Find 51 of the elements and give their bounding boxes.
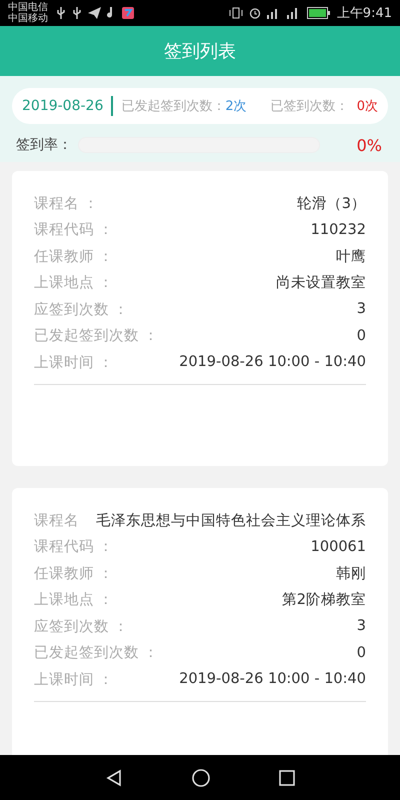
page-title: 签到列表 — [164, 40, 236, 63]
field-label: 上课时间 ： — [34, 670, 114, 689]
field-value: 3 — [356, 301, 366, 318]
field-label: 任课教师 ： — [34, 248, 114, 266]
course-card[interactable]: 课程名 ： 轮滑（3） 课程代码 ： 110232 任课教师 ： 叶鹰 上课地点 ： 尚未设置教室 应签到次数 ： 3 已发起签到次数 ： 0 上课时间 ： 2019-08-26 10:00 - 10:40 — [12, 171, 388, 466]
back-icon[interactable] — [104, 768, 123, 786]
field-value: 110232 — [310, 222, 366, 238]
clock-time: 上午9:41 — [336, 5, 392, 22]
send-icon — [88, 7, 101, 19]
battery-icon — [306, 7, 331, 19]
home-icon[interactable] — [192, 768, 210, 786]
started-count: 2次 — [225, 98, 247, 115]
started-label: 已发起签到次数： — [121, 98, 226, 115]
field-value: 2019-08-26 10:00 - 10:40 — [179, 671, 366, 688]
recent-apps-icon[interactable] — [279, 770, 296, 786]
field-value: 叶鹰 — [336, 248, 366, 266]
field-value: 100061 — [310, 538, 366, 555]
signed-label: 已签到次数： — [270, 98, 349, 115]
vibrate-icon — [228, 7, 243, 19]
field-label: 应签到次数 ： — [34, 618, 129, 636]
field-value: 尚未设置教室 — [276, 274, 366, 292]
carrier-name: 中国移动 — [8, 13, 48, 24]
field-value: 0 — [356, 328, 366, 344]
field-value: 轮滑（3） — [296, 194, 366, 213]
field-value: 第2阶梯教室 — [282, 590, 366, 610]
field-label: 上课时间 ： — [34, 354, 114, 372]
rate-label: 签到率： — [16, 136, 72, 154]
field-value: 毛泽东思想与中国特色社会主义理论体系 — [96, 512, 366, 530]
field-label: 已发起签到次数 ： — [34, 327, 159, 346]
field-label: 上课地点 ： — [34, 591, 114, 610]
field-value: 2019-08-26 10:00 - 10:40 — [179, 354, 366, 370]
carrier-name: 中国电信 — [8, 2, 48, 13]
field-label: 课程名 — [34, 512, 79, 530]
field-label: 应签到次数 ： — [34, 300, 129, 319]
signed-count: 0次 — [356, 98, 378, 115]
field-label: 课程代码 ： — [34, 538, 114, 556]
alarm-icon — [248, 7, 261, 19]
field-label: 上课地点 ： — [34, 274, 114, 292]
field-value: 韩刚 — [336, 564, 366, 583]
usb-icon — [72, 6, 82, 20]
field-label: 任课教师 ： — [34, 564, 114, 583]
rate-value: 0% — [356, 136, 383, 154]
field-value: 3 — [356, 618, 366, 634]
usb-icon — [56, 6, 66, 20]
date-text: 2019-08-26 — [22, 98, 104, 114]
field-label: 课程代码 ： — [34, 221, 114, 240]
field-value: 0 — [356, 644, 366, 661]
app-icon — [122, 7, 134, 19]
field-label: 已发起签到次数 ： — [34, 644, 159, 662]
field-label: 课程名 ： — [34, 194, 99, 213]
course-card[interactable]: 课程名 毛泽东思想与中国特色社会主义理论体系 课程代码 ： 100061 任课教师 ： 韩刚 上课地点 ： 第2阶梯教室 应签到次数 ： 3 已发起签到次数 ： 0 上课时间 ： 2019-08-26 10:00 - 10:40 — [12, 488, 388, 755]
